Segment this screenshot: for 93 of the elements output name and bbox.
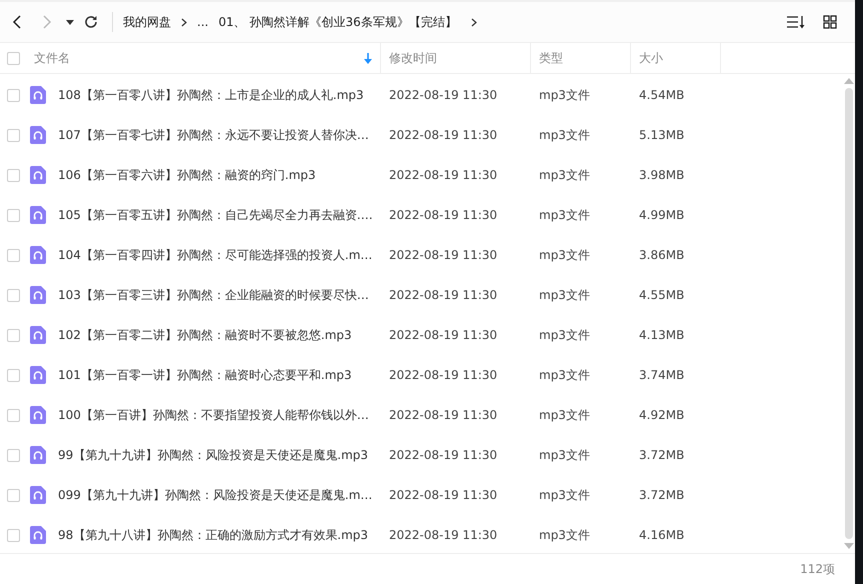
audio-file-icon xyxy=(30,206,46,224)
column-header[interactable]: 类型 xyxy=(539,50,563,66)
file-type: mp3文件 xyxy=(539,448,590,462)
file-size: 4.55MB xyxy=(639,288,684,302)
file-type: mp3文件 xyxy=(539,208,590,222)
select-all-checkbox[interactable] xyxy=(6,52,20,64)
scrollbar-thumb[interactable] xyxy=(845,88,853,539)
audio-file-icon xyxy=(30,366,46,384)
file-type: mp3文件 xyxy=(539,488,590,502)
modified-time: 2022-08-19 11:30 xyxy=(389,328,498,342)
forward-icon xyxy=(42,15,52,29)
breadcrumb-item[interactable]: ... xyxy=(197,15,208,29)
file-type: mp3文件 xyxy=(539,88,590,102)
modified-time: 2022-08-19 11:30 xyxy=(389,248,498,262)
file-type: mp3文件 xyxy=(539,408,590,422)
audio-file-icon xyxy=(30,166,46,184)
column-header[interactable]: 修改时间 xyxy=(389,50,437,66)
row-checkbox[interactable] xyxy=(6,448,20,462)
sort-arrow-icon xyxy=(364,52,372,64)
row-checkbox[interactable] xyxy=(6,88,20,102)
modified-time: 2022-08-19 11:30 xyxy=(389,88,498,102)
file-type: mp3文件 xyxy=(539,168,590,182)
audio-file-icon xyxy=(30,526,46,544)
file-size: 3.98MB xyxy=(639,168,684,182)
audio-file-icon xyxy=(30,246,46,264)
modified-time: 2022-08-19 11:30 xyxy=(389,168,498,182)
file-size: 4.92MB xyxy=(639,408,684,422)
file-name[interactable]: 105【第一百零五讲】孙陶然：自己先竭尽全力再去融资.… xyxy=(58,206,373,224)
file-name[interactable]: 99【第九十九讲】孙陶然：风险投资是天使还是魔鬼.mp3 xyxy=(58,446,368,464)
modified-time: 2022-08-19 11:30 xyxy=(389,368,498,382)
row-checkbox[interactable] xyxy=(6,128,20,142)
file-name[interactable]: 107【第一百零七讲】孙陶然：永远不要让投资人替你决… xyxy=(58,126,369,144)
scroll-down-icon[interactable] xyxy=(844,543,854,549)
modified-time: 2022-08-19 11:30 xyxy=(389,528,498,542)
row-checkbox[interactable] xyxy=(6,248,20,262)
file-name[interactable]: 099【第九十九讲】孙陶然：风险投资是天使还是魔鬼.m… xyxy=(58,486,372,504)
modified-time: 2022-08-19 11:30 xyxy=(389,448,498,462)
file-type: mp3文件 xyxy=(539,528,590,542)
file-size: 3.86MB xyxy=(639,248,684,262)
audio-file-icon xyxy=(30,286,46,304)
modified-time: 2022-08-19 11:30 xyxy=(389,288,498,302)
file-size: 4.54MB xyxy=(639,88,684,102)
audio-file-icon xyxy=(30,406,46,424)
file-size: 4.13MB xyxy=(639,328,684,342)
row-checkbox[interactable] xyxy=(6,328,20,342)
row-checkbox[interactable] xyxy=(6,488,20,502)
breadcrumb-item[interactable]: 01、 孙陶然详解《创业36条军规》【完结】 xyxy=(218,14,457,30)
audio-file-icon xyxy=(30,446,46,464)
modified-time: 2022-08-19 11:30 xyxy=(389,488,498,502)
row-checkbox[interactable] xyxy=(6,408,20,422)
file-type: mp3文件 xyxy=(539,328,590,342)
row-checkbox[interactable] xyxy=(6,368,20,382)
row-checkbox[interactable] xyxy=(6,528,20,542)
file-size: 4.16MB xyxy=(639,528,684,542)
file-name[interactable]: 106【第一百零六讲】孙陶然：融资的窍门.mp3 xyxy=(58,166,316,184)
refresh-icon[interactable] xyxy=(84,15,98,29)
dropdown-caret-icon[interactable] xyxy=(66,20,74,24)
modified-time: 2022-08-19 11:30 xyxy=(389,208,498,222)
grid-view-icon[interactable] xyxy=(823,15,837,29)
row-checkbox[interactable] xyxy=(6,208,20,222)
file-name[interactable]: 103【第一百零三讲】孙陶然：企业能融资的时候要尽快… xyxy=(58,286,369,304)
file-type: mp3文件 xyxy=(539,368,590,382)
file-name[interactable]: 98【第九十八讲】孙陶然：正确的激励方式才有效果.mp3 xyxy=(58,526,368,544)
scroll-up-icon[interactable] xyxy=(844,78,854,84)
file-type: mp3文件 xyxy=(539,288,590,302)
chevron-right-icon[interactable] xyxy=(470,18,477,26)
item-count: 112项 xyxy=(800,560,835,578)
audio-file-icon xyxy=(30,86,46,104)
back-icon xyxy=(12,15,22,29)
audio-file-icon xyxy=(30,126,46,144)
file-name[interactable]: 108【第一百零八讲】孙陶然：上市是企业的成人礼.mp3 xyxy=(58,86,364,104)
file-name[interactable]: 102【第一百零二讲】孙陶然：融资时不要被忽悠.mp3 xyxy=(58,326,352,344)
file-name[interactable]: 104【第一百零四讲】孙陶然：尽可能选择强的投资人.m… xyxy=(58,246,372,264)
file-size: 3.72MB xyxy=(639,448,684,462)
file-size: 3.74MB xyxy=(639,368,684,382)
modified-time: 2022-08-19 11:30 xyxy=(389,408,498,422)
breadcrumb-item[interactable]: 我的网盘 xyxy=(123,14,171,30)
row-checkbox[interactable] xyxy=(6,168,20,182)
file-name[interactable]: 100【第一百讲】孙陶然：不要指望投资人能帮你钱以外… xyxy=(58,406,369,424)
modified-time: 2022-08-19 11:30 xyxy=(389,128,498,142)
row-checkbox[interactable] xyxy=(6,288,20,302)
file-type: mp3文件 xyxy=(539,248,590,262)
file-size: 4.99MB xyxy=(639,208,684,222)
file-size: 3.72MB xyxy=(639,488,684,502)
file-name[interactable]: 101【第一百零一讲】孙陶然：融资时心态要平和.mp3 xyxy=(58,366,352,384)
audio-file-icon xyxy=(30,326,46,344)
column-header[interactable]: 大小 xyxy=(639,50,663,66)
file-size: 5.13MB xyxy=(639,128,684,142)
audio-file-icon xyxy=(30,486,46,504)
chevron-right-icon xyxy=(181,18,187,26)
file-type: mp3文件 xyxy=(539,128,590,142)
sort-icon[interactable] xyxy=(787,15,805,29)
column-header[interactable]: 文件名 xyxy=(34,50,70,66)
